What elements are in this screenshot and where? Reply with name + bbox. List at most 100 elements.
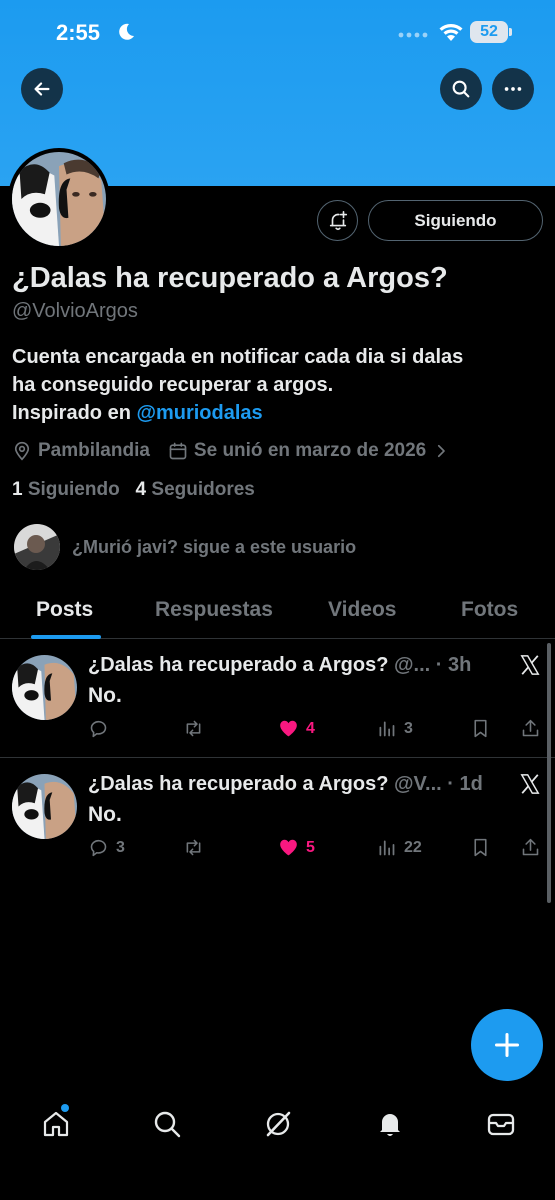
post-avatar-image: [12, 774, 77, 839]
profile-name: ¿Dalas ha recuperado a Argos?: [12, 262, 448, 294]
post-author-handle: @...: [394, 654, 431, 676]
nav-messages[interactable]: [486, 1109, 516, 1139]
follower-avatar-image: [14, 524, 60, 570]
views-count: 22: [404, 838, 422, 856]
more-button[interactable]: [492, 68, 534, 110]
like-button[interactable]: 4: [278, 718, 315, 739]
x-logo-icon: [520, 655, 540, 675]
profile-bio: Cuenta encargada en notificar cada dia s…: [12, 343, 542, 427]
follower-avatar: [14, 524, 60, 570]
post-avatar[interactable]: [12, 774, 77, 839]
home-icon: [43, 1111, 69, 1137]
reply-button[interactable]: 3: [88, 837, 125, 858]
post-text: No.: [88, 684, 122, 707]
post-avatar[interactable]: [12, 655, 77, 720]
battery-level: 52: [480, 23, 498, 40]
followed-by-row[interactable]: ¿Murió javi? sigue a este usuario: [14, 524, 356, 570]
bottom-navigation: [0, 1092, 555, 1200]
compose-post-button[interactable]: [471, 1009, 543, 1081]
post-time: 3h: [447, 654, 472, 676]
profile-joined[interactable]: Se unió en marzo de 2026: [194, 440, 426, 462]
post-author-name[interactable]: ¿Dalas ha recuperado a Argos?: [88, 654, 388, 676]
reply-button[interactable]: [88, 718, 116, 739]
profile-handle: @VolvioArgos: [12, 300, 138, 322]
chevron-right-icon[interactable]: [432, 442, 450, 460]
post-actions: 3 5 22: [88, 837, 548, 863]
search-icon: [154, 1111, 181, 1138]
views-button[interactable]: 22: [376, 837, 422, 858]
bio-text: Inspirado en: [12, 402, 137, 424]
notifications-toggle-button[interactable]: [317, 200, 358, 241]
views-button[interactable]: 3: [376, 718, 413, 739]
tab-photos[interactable]: Fotos: [461, 598, 518, 622]
profile-location: Pambilandia: [38, 440, 150, 461]
tab-replies[interactable]: Respuestas: [155, 598, 273, 622]
tab-posts[interactable]: Posts: [36, 598, 93, 622]
more-icon: [504, 87, 522, 91]
following-count: 1: [12, 479, 23, 500]
arrow-left-icon: [34, 82, 50, 96]
scrollbar[interactable]: [547, 643, 551, 903]
like-button[interactable]: 5: [278, 837, 315, 858]
post-header: ¿Dalas ha recuperado a Argos? @V... · 1d: [88, 773, 483, 795]
post-item[interactable]: ¿Dalas ha recuperado a Argos? @V... · 1d…: [0, 759, 555, 877]
search-icon: [452, 80, 470, 98]
followers-link[interactable]: 4 Seguidores: [136, 479, 255, 500]
post-time: 1d: [459, 773, 483, 795]
x-logo-icon: [520, 774, 540, 794]
repost-button[interactable]: [183, 837, 211, 858]
notifications-icon: [380, 1114, 400, 1136]
following-link[interactable]: 1 Siguiendo: [12, 479, 120, 500]
back-button[interactable]: [21, 68, 63, 110]
grok-icon: [266, 1111, 291, 1137]
share-button[interactable]: [520, 837, 541, 858]
reply-icon: [90, 839, 107, 857]
profile-meta: Pambilandia Se unió en marzo de 2026: [12, 438, 450, 464]
post-avatar-image: [12, 655, 77, 720]
post-author-name[interactable]: ¿Dalas ha recuperado a Argos?: [88, 773, 388, 795]
repost-icon: [186, 720, 201, 737]
bio-line: ha conseguido recuperar a argos.: [12, 374, 334, 396]
tab-videos[interactable]: Videos: [328, 598, 396, 622]
bookmark-button[interactable]: [470, 718, 491, 739]
views-icon: [379, 840, 395, 856]
like-count: 5: [306, 838, 315, 856]
status-time: 2:55: [56, 20, 101, 45]
post-author-handle: @V...: [394, 773, 442, 795]
bookmark-icon: [474, 719, 487, 738]
search-button[interactable]: [440, 68, 482, 110]
follow-counts: 1 Siguiendo 4 Seguidores: [12, 479, 255, 501]
followers-count: 4: [135, 479, 147, 500]
nav-notifications[interactable]: [375, 1109, 405, 1139]
following-button[interactable]: Siguiendo: [368, 200, 543, 241]
share-icon: [522, 719, 539, 737]
heart-icon: [280, 720, 297, 737]
repost-button[interactable]: [183, 718, 211, 739]
nav-grok[interactable]: [263, 1109, 293, 1139]
status-bar: 2:55 52: [0, 0, 555, 66]
messages-icon: [487, 1113, 515, 1136]
calendar-icon: [169, 442, 187, 460]
home-notification-dot: [61, 1104, 69, 1112]
bio-mention-link[interactable]: @muriodalas: [136, 402, 262, 424]
post-header: ¿Dalas ha recuperado a Argos? @... · 3h: [88, 654, 472, 676]
followed-by-text: ¿Murió javi? sigue a este usuario: [72, 536, 357, 557]
nav-search[interactable]: [152, 1109, 182, 1139]
followers-label: Seguidores: [151, 479, 255, 500]
post-item[interactable]: ¿Dalas ha recuperado a Argos? @... · 3h …: [0, 640, 555, 758]
moon-icon: [119, 23, 134, 40]
avatar-image: [12, 152, 106, 246]
following-label: Siguiendo: [27, 479, 120, 500]
profile-avatar[interactable]: [8, 148, 110, 250]
share-button[interactable]: [520, 718, 541, 739]
bio-line: Cuenta encargada en notificar cada dia s…: [12, 346, 464, 368]
share-icon: [522, 838, 539, 856]
reply-icon: [90, 720, 107, 738]
bookmark-button[interactable]: [470, 837, 491, 858]
nav-home[interactable]: [41, 1109, 71, 1139]
post-text: No.: [88, 803, 122, 826]
reply-count: 3: [116, 838, 125, 856]
like-count: 4: [306, 719, 315, 737]
bell-plus-icon: [329, 210, 347, 230]
battery-indicator: 52: [470, 21, 512, 43]
